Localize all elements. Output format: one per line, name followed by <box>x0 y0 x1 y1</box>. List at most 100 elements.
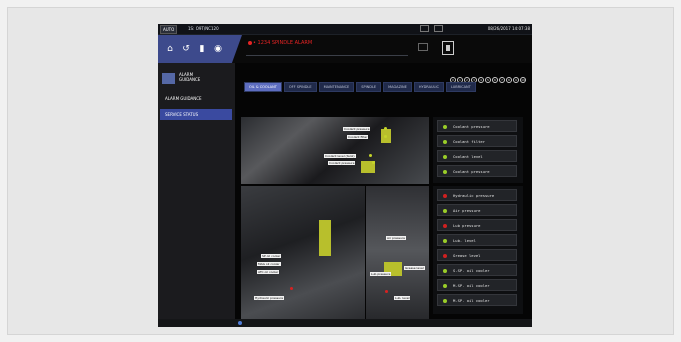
status-item[interactable]: S.SP. oil cooler <box>437 264 517 276</box>
legend-item: 8 <box>506 77 512 83</box>
sidebar-title: ALARM GUIDANCE <box>179 72 229 82</box>
top-status-bar: AUTO 1S: O9T/NC120 08/26/2017 14:07:38 <box>158 24 532 35</box>
callout-lub-level: Lub. level <box>394 296 411 300</box>
status-item[interactable]: Coolant level <box>437 150 517 162</box>
status-item[interactable]: Air pressure <box>437 204 517 216</box>
alarm-indicator-icon <box>248 41 252 45</box>
callout-lub-pressure: Lub pressure <box>370 272 392 276</box>
tab-hydraulic[interactable]: HYDRAULIC <box>413 82 444 92</box>
status-item-label: Air pressure <box>453 208 481 213</box>
status-item[interactable]: Coolant pressure <box>437 165 517 177</box>
sidebar-item-label: ALARM GUIDANCE <box>165 96 202 101</box>
camera-icon[interactable]: ◉ <box>213 44 223 54</box>
callout-pin[interactable] <box>384 127 387 130</box>
tab-spindle[interactable]: SPINDLE <box>356 82 382 92</box>
alarm-guidance-logo-icon <box>162 73 175 84</box>
status-alarm-icon <box>443 194 447 198</box>
status-item[interactable]: Grease level <box>437 249 517 261</box>
status-ok-icon <box>443 269 447 273</box>
hydraulic-alarm-pin[interactable] <box>290 287 293 290</box>
alarm-message[interactable]: • 1234 SPINDLE ALARM <box>253 40 312 46</box>
cnc-screen: AUTO 1S: O9T/NC120 08/26/2017 14:07:38 ⌂… <box>158 24 532 327</box>
legend-item: 10 <box>520 77 526 83</box>
status-item[interactable]: Hydraulic pressure <box>437 189 517 201</box>
legend-item: 5 <box>485 77 491 83</box>
legend-item: 6 <box>492 77 498 83</box>
coolant-status-panel: Coolant pressure Coolant filter Coolant … <box>433 117 523 183</box>
display-icon <box>420 25 429 32</box>
nav-button-strip: ⌂ ↺ ▮ ◉ <box>158 35 242 63</box>
sidebar-item-label: SERVICE STATUS <box>165 112 199 117</box>
status-item-label: Lub pressure <box>453 223 481 228</box>
oil-cooler-highlight <box>319 220 331 256</box>
status-ok-icon <box>443 209 447 213</box>
callout-air-pressure: Air pressure <box>386 236 407 240</box>
status-ok-icon <box>443 284 447 288</box>
callout-mag-oil-cooler: MAG oil cooler <box>257 262 281 266</box>
program-name: 1S: O9T/NC120 <box>188 26 219 31</box>
page-indicator-dot[interactable] <box>238 321 242 325</box>
tab-off-spindle[interactable]: OFF SPINDLE <box>283 82 317 92</box>
category-tabs: OIL & COOLANT OFF SPINDLE MAINTENANCE SP… <box>244 82 476 92</box>
callout-coolant-pressure-1: Coolant pressure <box>343 127 371 131</box>
lubrication-status-panel: Hydraulic pressure Air pressure Lub pres… <box>433 186 523 314</box>
status-item[interactable]: Lub. level <box>437 234 517 246</box>
status-item-label: M.SP. oil cooler <box>453 283 490 288</box>
tab-lubricant[interactable]: LUBRICANT <box>445 82 476 92</box>
sidebar-title-line2: GUIDANCE <box>179 77 201 82</box>
status-ok-icon <box>443 239 447 243</box>
status-item[interactable]: Coolant pressure <box>437 120 517 132</box>
status-item-label: Coolant pressure <box>453 169 490 174</box>
memory-card-icon[interactable] <box>442 41 454 55</box>
status-alarm-icon <box>443 254 447 258</box>
callout-hydraulic-pressure: Hydraulic pressure <box>254 296 285 300</box>
mode-indicator[interactable]: AUTO <box>160 25 178 34</box>
status-item-label: Coolant pressure <box>453 124 490 129</box>
machine-image-coolant <box>241 117 429 184</box>
status-item[interactable]: M.SP. oil cooler <box>437 294 517 306</box>
datetime: 08/26/2017 14:07:38 <box>487 26 530 31</box>
bottom-bar <box>158 319 532 327</box>
callout-grease-level: Grease level <box>404 266 425 270</box>
status-item[interactable]: M.SP. oil cooler <box>437 279 517 291</box>
status-item[interactable]: Coolant filter <box>437 135 517 147</box>
machine-image-lubrication <box>366 186 429 327</box>
sidebar-item-alarm-guidance[interactable]: ALARM GUIDANCE <box>160 93 232 104</box>
callout-coolant-pressure-2: Coolant pressure <box>328 161 356 165</box>
lub-alarm-pin[interactable] <box>385 290 388 293</box>
status-alarm-icon <box>443 224 447 228</box>
machine-image-oil-cooler <box>241 186 365 327</box>
nav-bar: ⌂ ↺ ▮ ◉ • 1234 SPINDLE ALARM <box>158 35 532 63</box>
alarm-underline <box>246 55 408 56</box>
sidebar: ALARM GUIDANCE ALARM GUIDANCE SERVICE ST… <box>158 63 235 319</box>
status-ok-icon <box>443 125 447 129</box>
callout-atc-oil-cooler: ATC oil cooler <box>257 270 280 274</box>
legend-item: 9 <box>513 77 519 83</box>
tab-oil-coolant[interactable]: OIL & COOLANT <box>244 82 282 92</box>
back-icon[interactable]: ↺ <box>181 44 191 54</box>
tab-magazine[interactable]: MAGAZINE <box>383 82 412 92</box>
sidebar-item-service-status[interactable]: SERVICE STATUS <box>160 109 232 120</box>
status-item-label: Hydraulic pressure <box>453 193 495 198</box>
status-item-label: Grease level <box>453 253 481 258</box>
status-item-label: M.SP. oil cooler <box>453 298 490 303</box>
status-item-label: Coolant filter <box>453 139 486 144</box>
status-item[interactable]: Lub pressure <box>437 219 517 231</box>
network-icon <box>434 25 443 32</box>
tab-maintenance[interactable]: MAINTENANCE <box>318 82 355 92</box>
legend-item: 4 <box>478 77 484 83</box>
lock-icon[interactable]: ▮ <box>197 44 207 54</box>
status-item-label: Coolant level <box>453 154 483 159</box>
status-ok-icon <box>443 140 447 144</box>
callout-pin[interactable] <box>369 154 372 157</box>
status-ok-icon <box>443 170 447 174</box>
status-ok-icon <box>443 299 447 303</box>
home-icon[interactable]: ⌂ <box>165 44 175 54</box>
status-item-label: S.SP. oil cooler <box>453 268 490 273</box>
callout-pin[interactable] <box>384 135 387 138</box>
window-icon[interactable] <box>418 43 428 51</box>
status-ok-icon <box>443 155 447 159</box>
callout-coolant-level: Coolant level (tank) <box>324 154 356 158</box>
callout-pin[interactable] <box>372 161 375 164</box>
status-item-label: Lub. level <box>453 238 476 243</box>
